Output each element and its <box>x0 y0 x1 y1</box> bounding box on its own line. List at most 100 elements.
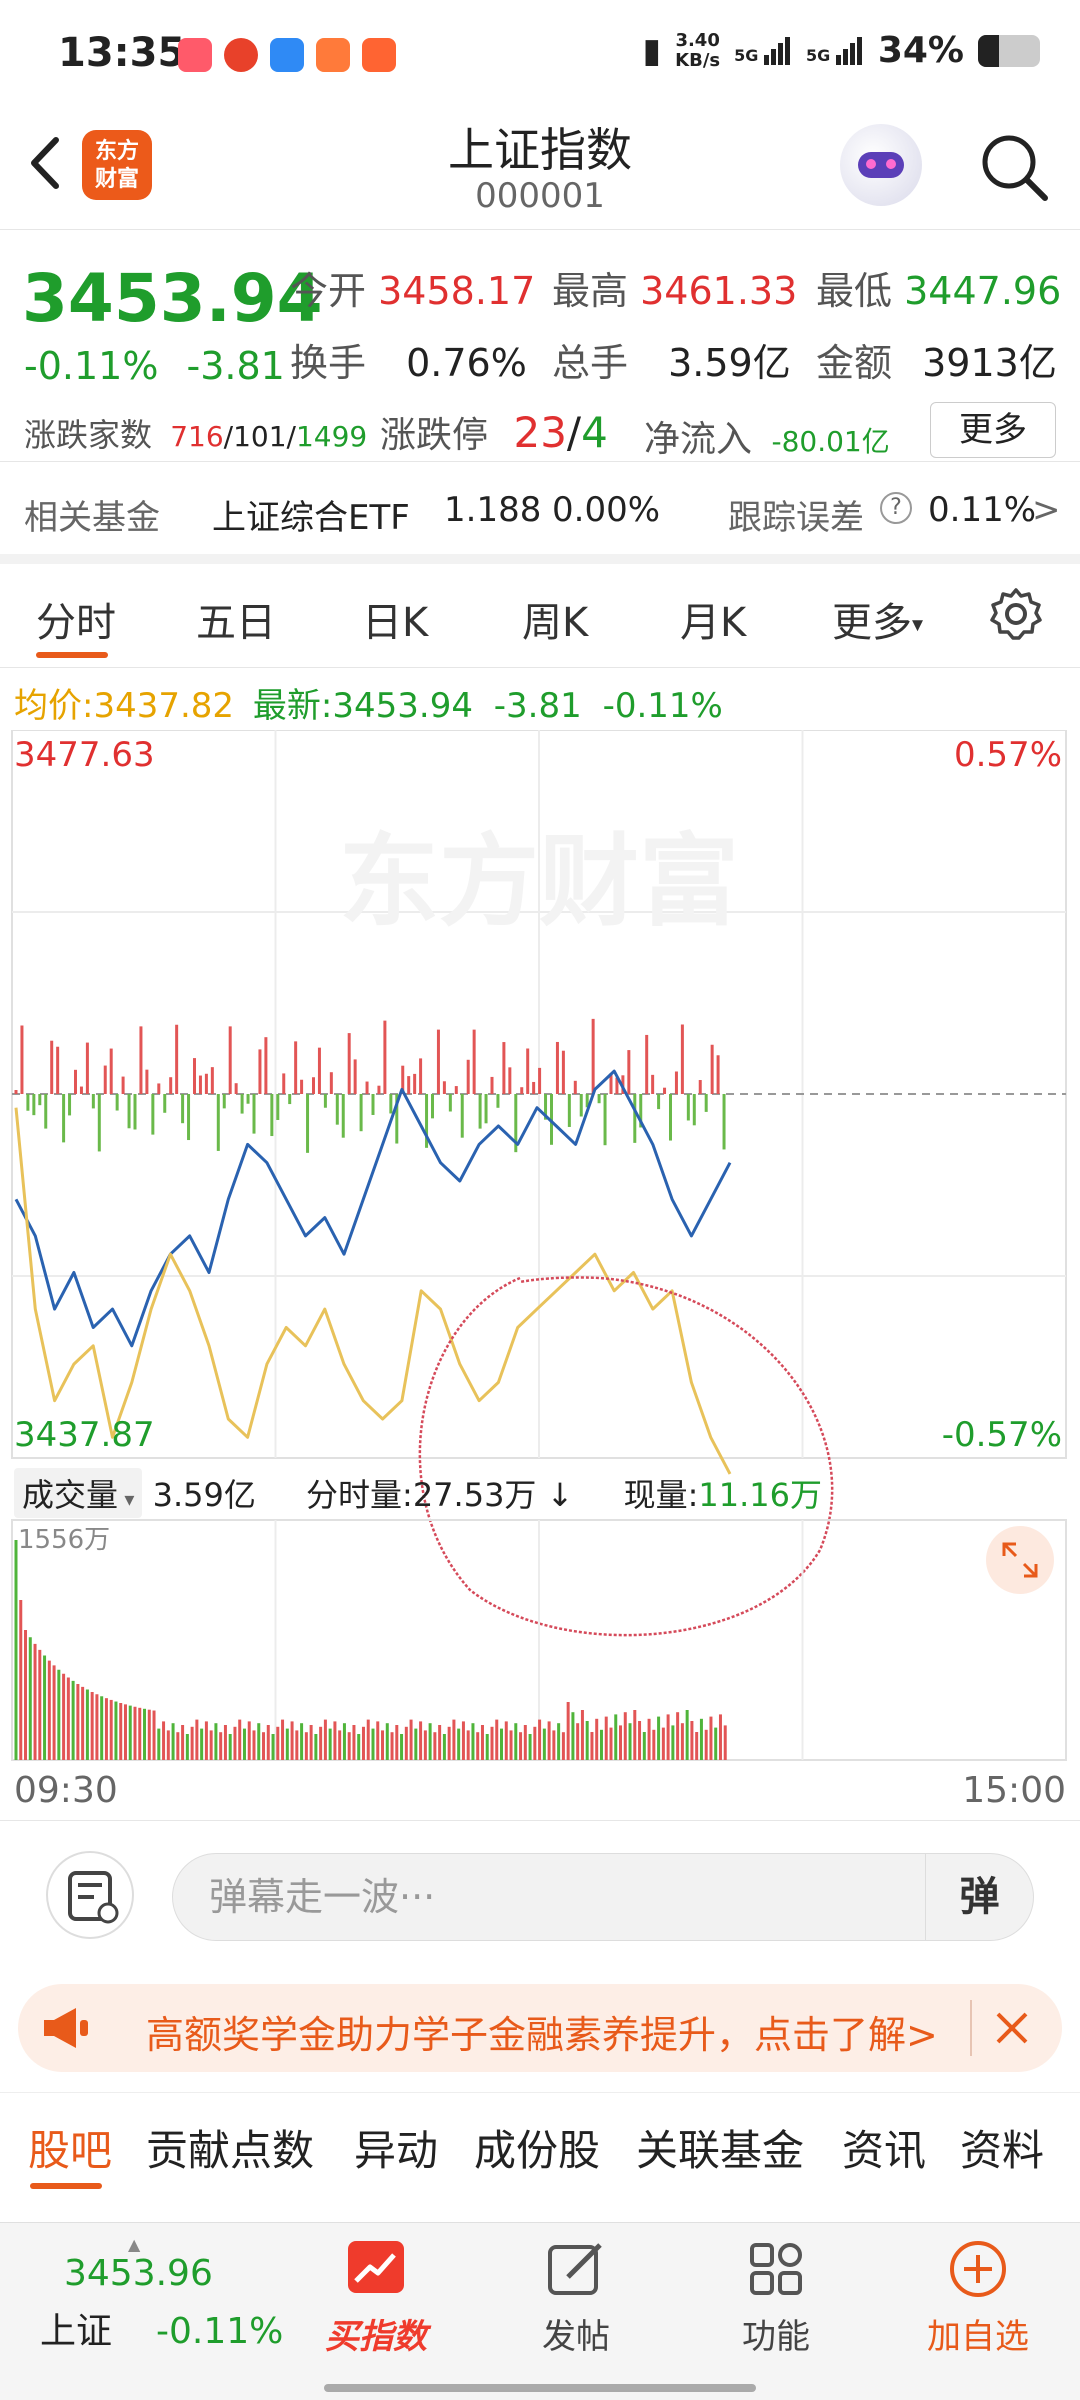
inflow-label: 净流入 <box>644 419 753 460</box>
grid-icon <box>746 2239 806 2299</box>
y-min-label: 3437.87 <box>14 1415 155 1455</box>
status-bar: 13:35 ▮ 3.40 KB/s 5G 5G 34% <box>0 0 1080 110</box>
nav-index-name: 上证 <box>40 2311 113 2352</box>
tab-monthly-k[interactable]: 月K <box>680 590 746 648</box>
close-icon[interactable] <box>986 2002 1038 2063</box>
network-type: 5G <box>805 45 831 65</box>
volume-value: 3.59亿 <box>668 341 791 385</box>
up-count: 716 <box>170 420 224 453</box>
nav-post[interactable]: 发帖 <box>506 2233 646 2358</box>
active-tab-indicator <box>36 652 108 658</box>
fund-price: 1.188 <box>444 490 542 530</box>
price-change: -0.11% -3.81 <box>24 344 285 388</box>
time-start: 09:30 <box>14 1770 118 1811</box>
tab-forum[interactable]: 股吧 <box>28 2117 112 2178</box>
volume-selector[interactable]: 成交量 ▾ <box>14 1468 143 1518</box>
fund-label: 相关基金 <box>24 498 160 538</box>
assistant-robot-icon[interactable] <box>840 124 922 206</box>
app-notification-icon <box>316 38 350 72</box>
danmaku-toggle-button[interactable]: 弹 <box>925 1854 1033 1940</box>
tab-intraday[interactable]: 分时 <box>36 590 116 648</box>
nav-price: 3453.96 <box>64 2253 213 2294</box>
comment-bar: 弹幕走一波··· 弹 <box>0 1820 1080 1955</box>
nav-add-watchlist[interactable]: 加自选 <box>908 2233 1048 2358</box>
more-button[interactable]: 更多 <box>930 402 1056 458</box>
vibrate-icon: ▮ <box>642 30 662 71</box>
tracking-error-label: 跟踪误差 <box>728 498 864 538</box>
signal-icon: 5G <box>734 36 792 65</box>
high-value: 3461.33 <box>640 269 798 313</box>
signal-icon: 5G <box>805 36 864 65</box>
edit-icon <box>546 2239 606 2299</box>
tab-news[interactable]: 资讯 <box>842 2117 926 2178</box>
low-value: 3447.96 <box>904 269 1062 313</box>
help-icon[interactable]: ? <box>880 492 912 524</box>
volume-max-label: 1556万 <box>18 1525 110 1555</box>
amount-value: 3913亿 <box>922 341 1057 385</box>
fund-name: 上证综合ETF <box>212 498 410 538</box>
caret-up-icon: ▲ <box>128 2235 141 2254</box>
latest-label: 最新: <box>252 686 333 726</box>
promo-banner[interactable]: 高额奖学金助力学子金融素养提升，点击了解> <box>18 1984 1062 2072</box>
expand-icon[interactable] <box>986 1526 1054 1594</box>
net-speed: 3.40 <box>675 29 720 51</box>
open-value: 3458.17 <box>378 269 536 313</box>
low-label: 最低 <box>816 269 893 313</box>
intraday-chart[interactable]: 东方财富 3477.63 3437.87 0.57% -0.57% 1556万 <box>0 730 1080 1770</box>
limit-up-count: 23 <box>513 408 567 457</box>
minute-volume: 分时量:27.53万 ↓ <box>306 1476 574 1514</box>
tab-daily-k[interactable]: 日K <box>362 590 428 648</box>
latest-percent: -0.11% <box>602 686 723 726</box>
banner-text: 高额奖学金助力学子金融素养提升，点击了解> <box>146 2013 938 2057</box>
tab-contribution[interactable]: 贡献点数 <box>146 2117 314 2178</box>
tab-profile[interactable]: 资料 <box>960 2117 1044 2178</box>
chart-up-icon <box>346 2239 406 2299</box>
bottom-nav: ▲ 3453.96 上证 -0.11% 买指数 发帖 功能 加自选 <box>0 2222 1080 2400</box>
breadth-label: 涨跌家数 <box>24 416 153 454</box>
fund-percent: 0.00% <box>552 490 661 530</box>
tracking-error-value: 0.11% <box>928 490 1037 530</box>
tab-more[interactable]: 更多▾ <box>832 590 923 648</box>
tab-related-funds[interactable]: 关联基金 <box>636 2117 804 2178</box>
limit-down-count: 4 <box>581 408 608 457</box>
app-notification-icon <box>224 38 258 72</box>
nav-buy-index[interactable]: 买指数 <box>306 2233 446 2358</box>
chart-info-line: 均价:3437.82 最新:3453.94 -3.81 -0.11% <box>14 678 723 727</box>
dropdown-icon: ▾ <box>118 1487 135 1511</box>
dropdown-icon: ▾ <box>912 612 924 638</box>
battery-percent: 34% <box>877 30 964 71</box>
search-icon[interactable] <box>975 128 1053 206</box>
danmaku-input[interactable]: 弹幕走一波··· 弹 <box>172 1853 1034 1941</box>
change-value: -3.81 <box>186 344 285 388</box>
nav-index-quote[interactable]: ▲ 3453.96 上证 -0.11% <box>40 2235 300 2354</box>
current-volume-label: 现量: <box>623 1476 699 1514</box>
volume-label: 总手 <box>552 341 629 385</box>
related-fund-row[interactable]: 相关基金 上证综合ETF 1.188 0.00% 跟踪误差 ? 0.11% > <box>0 462 1080 564</box>
open-label: 今开 <box>290 269 367 313</box>
settings-gear-icon[interactable] <box>988 586 1044 652</box>
avg-value: 3437.82 <box>93 686 235 726</box>
limit-label: 涨跌停 <box>380 415 489 456</box>
app-notification-icon <box>270 38 304 72</box>
note-icon[interactable] <box>46 1851 134 1939</box>
network-type: 5G <box>734 45 759 65</box>
turnover-value: 0.76% <box>406 341 527 385</box>
percent-min-label: -0.57% <box>942 1415 1062 1455</box>
time-end: 15:00 <box>962 1770 1066 1811</box>
time-axis: 09:30 15:00 <box>14 1770 1066 1811</box>
flat-count: 101 <box>233 420 287 453</box>
tab-weekly-k[interactable]: 周K <box>522 590 588 648</box>
megaphone-icon <box>40 2004 92 2061</box>
avg-label: 均价: <box>14 686 94 726</box>
tab-more-label: 更多 <box>832 600 912 646</box>
volume-header: 成交量 ▾ 3.59亿 分时量:27.53万 ↓ 现量:11.16万 <box>14 1468 1074 1518</box>
nav-percent: -0.11% <box>156 2311 284 2352</box>
tab-constituents[interactable]: 成份股 <box>474 2117 600 2178</box>
chart-tabs: 分时 五日 日K 周K 月K 更多▾ <box>0 564 1080 668</box>
y-max-label: 3477.63 <box>14 735 155 775</box>
tab-five-day[interactable]: 五日 <box>196 590 276 648</box>
nav-functions[interactable]: 功能 <box>706 2233 846 2358</box>
active-tab-indicator <box>30 2183 102 2189</box>
tab-anomaly[interactable]: 异动 <box>354 2117 438 2178</box>
change-percent: -0.11% <box>24 344 159 388</box>
